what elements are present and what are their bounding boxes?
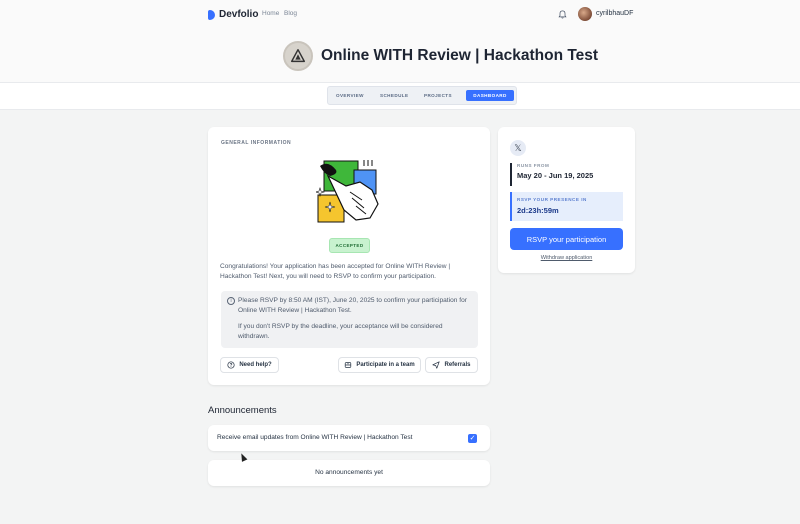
accepted-illustration xyxy=(316,160,379,223)
announcements-heading: Announcements xyxy=(208,405,277,416)
referrals-label: Referrals xyxy=(444,362,471,368)
help-circle-icon xyxy=(227,361,235,369)
runs-from-dates: May 20 - Jun 19, 2025 xyxy=(517,171,594,180)
need-help-label: Need help? xyxy=(239,362,272,368)
participate-in-team-button[interactable]: Participate in a team xyxy=(338,357,421,373)
congratulations-text: Congratulations! Your application has be… xyxy=(220,263,451,280)
email-updates-label: Receive email updates from Online WITH R… xyxy=(217,434,413,441)
devfolio-logo[interactable]: Devfolio xyxy=(208,9,258,20)
info-icon: i xyxy=(227,297,235,305)
runs-from-label: RUNS FROM xyxy=(517,163,550,168)
triangle-logo-icon xyxy=(290,48,306,63)
x-twitter-icon[interactable]: 𝕏 xyxy=(510,140,526,156)
rsvp-warning-text: If you don't RSVP by the deadline, your … xyxy=(238,323,443,340)
nav-link-home[interactable]: Home xyxy=(262,10,279,17)
nav-link-blog[interactable]: Blog xyxy=(284,10,297,17)
top-navigation xyxy=(0,0,800,82)
need-help-button[interactable]: Need help? xyxy=(220,357,279,373)
email-updates-checkbox[interactable]: ✓ xyxy=(468,434,477,443)
team-icon xyxy=(345,362,352,368)
tab-dashboard[interactable]: DASHBOARD xyxy=(466,90,514,101)
section-label: GENERAL INFORMATION xyxy=(221,140,292,146)
bell-icon[interactable] xyxy=(558,10,567,19)
no-announcements-text: No announcements yet xyxy=(315,469,383,476)
brand-name: Devfolio xyxy=(219,9,259,20)
tab-projects[interactable]: PROJECTS xyxy=(424,93,452,98)
devfolio-logo-icon xyxy=(208,9,215,20)
avatar[interactable] xyxy=(578,7,592,21)
rsvp-deadline-text: Please RSVP by 8:50 AM (IST), June 20, 2… xyxy=(238,297,467,314)
hackathon-title: Online WITH Review | Hackathon Test xyxy=(321,47,599,64)
referrals-button[interactable]: Referrals xyxy=(425,357,478,373)
username[interactable]: cyrilbhauDF xyxy=(596,10,633,17)
rsvp-countdown-value: 2d:23h:59m xyxy=(517,206,559,215)
send-icon xyxy=(432,361,441,369)
hackathon-logo xyxy=(283,41,313,71)
tab-schedule[interactable]: SCHEDULE xyxy=(380,93,408,98)
withdraw-application-link[interactable]: Withdraw application xyxy=(510,255,623,261)
runs-from-block: RUNS FROM May 20 - Jun 19, 2025 xyxy=(510,163,593,186)
status-badge: ACCEPTED xyxy=(329,238,370,253)
rsvp-participation-button[interactable]: RSVP your participation xyxy=(510,228,623,250)
rsvp-countdown-box: RSVP YOUR PRESENCE IN 2d:23h:59m xyxy=(510,192,623,221)
participate-in-team-label: Participate in a team xyxy=(356,362,415,368)
rsvp-countdown-label: RSVP YOUR PRESENCE IN xyxy=(517,197,587,202)
tab-overview[interactable]: OVERVIEW xyxy=(336,93,364,98)
